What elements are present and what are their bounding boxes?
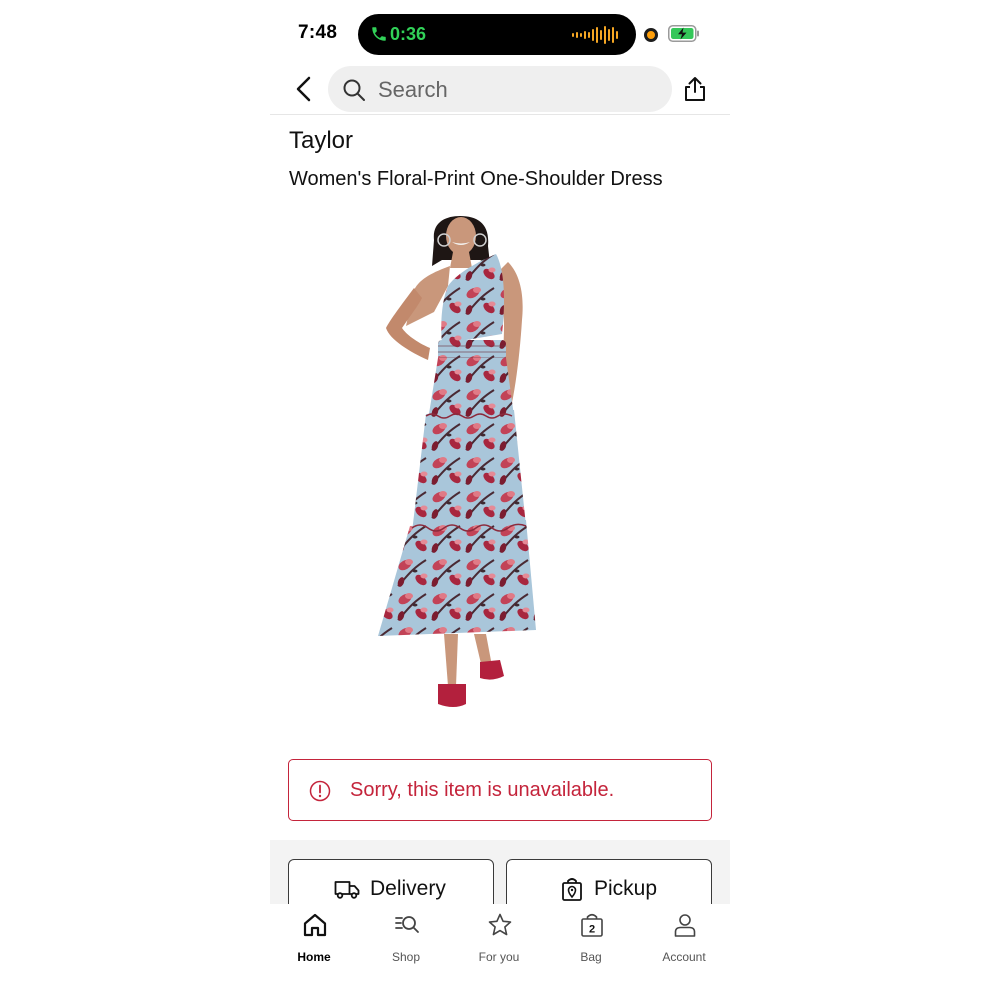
status-time: 7:48: [298, 22, 338, 43]
bottom-tab-bar: Home Shop For you 2 Bag Account: [270, 904, 730, 1000]
search-input[interactable]: Search: [328, 66, 672, 112]
unavailable-alert: Sorry, this item is unavailable.: [288, 759, 712, 821]
list-search-icon: [395, 916, 419, 933]
tab-home[interactable]: Home: [276, 910, 352, 966]
search-icon: [343, 79, 365, 101]
tab-account-label: Account: [662, 950, 706, 964]
back-chevron-icon[interactable]: [294, 76, 314, 102]
share-icon[interactable]: [683, 76, 707, 102]
home-icon: [303, 913, 327, 937]
dynamic-island[interactable]: 0:36: [358, 14, 636, 55]
audio-waveform-icon: [572, 26, 618, 44]
tab-for-you-label: For you: [478, 950, 520, 964]
call-timer: 0:36: [390, 24, 427, 44]
tab-bag[interactable]: 2 Bag: [553, 910, 629, 966]
star-icon: [488, 913, 512, 936]
tab-bag-label: Bag: [580, 950, 602, 964]
header-divider: [270, 114, 730, 115]
product-image[interactable]: [362, 216, 558, 710]
fulfillment-section: Delivery Pickup: [270, 840, 730, 919]
search-placeholder: Search: [378, 77, 448, 102]
delivery-label: Delivery: [370, 877, 446, 900]
bag-count-badge: 2: [589, 924, 595, 936]
tab-shop-label: Shop: [391, 950, 421, 964]
shopping-bag-pin-icon: [562, 878, 582, 901]
tab-home-label: Home: [297, 950, 331, 964]
pickup-label: Pickup: [594, 877, 658, 900]
tab-account[interactable]: Account: [646, 910, 722, 966]
tab-shop[interactable]: Shop: [368, 910, 444, 966]
camera-indicator-dot: [644, 28, 658, 42]
person-icon: [674, 914, 696, 937]
app-screen: 7:48 0:36 Search Taylor Women's Floral-P…: [270, 0, 730, 1000]
product-name: Women's Floral-Print One-Shoulder Dress: [289, 168, 663, 190]
alert-message: Sorry, this item is unavailable.: [350, 779, 615, 801]
battery-charging-icon: [668, 25, 699, 42]
truck-icon: [334, 881, 360, 899]
tab-for-you[interactable]: For you: [461, 910, 537, 966]
phone-icon: [372, 27, 386, 41]
bag-icon: 2: [581, 913, 603, 937]
exclamation-circle-icon: [309, 780, 331, 802]
product-brand[interactable]: Taylor: [289, 127, 353, 155]
